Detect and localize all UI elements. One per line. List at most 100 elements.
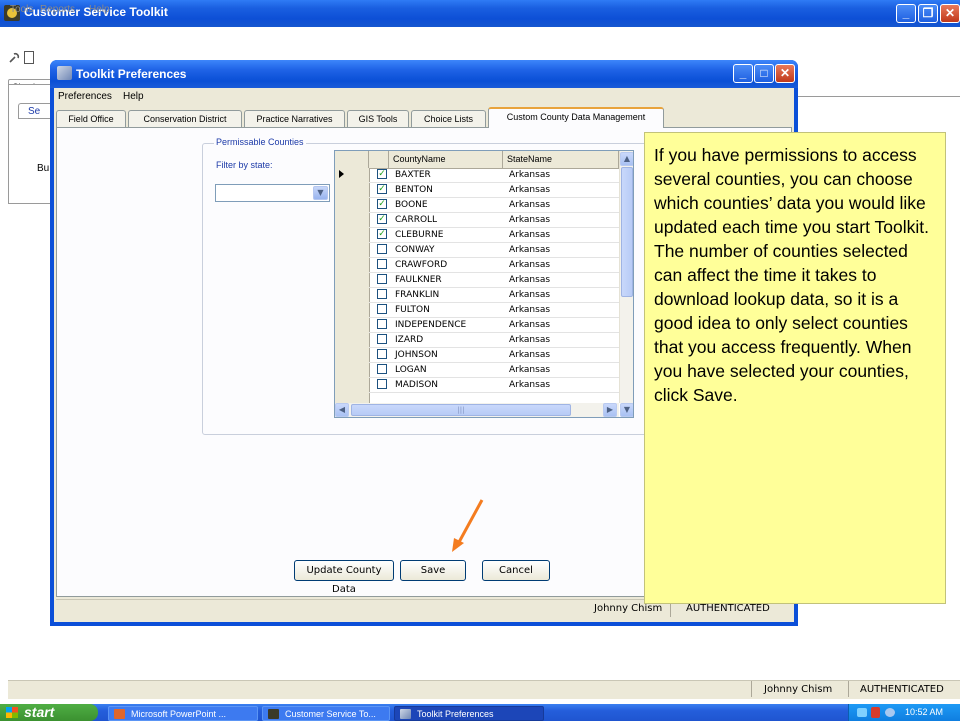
state-name-cell[interactable]: Arkansas bbox=[509, 363, 550, 377]
county-name-cell[interactable]: INDEPENDENCE bbox=[395, 318, 466, 332]
unchecked-checkbox[interactable] bbox=[377, 304, 387, 314]
menu-reports[interactable]: Reports bbox=[40, 4, 75, 15]
taskbar-toolkit-preferences[interactable]: Toolkit Preferences bbox=[394, 706, 544, 721]
state-name-cell[interactable]: Arkansas bbox=[509, 303, 550, 317]
dialog-minimize-button[interactable]: _ bbox=[733, 64, 753, 83]
unchecked-checkbox[interactable] bbox=[377, 334, 387, 344]
table-row[interactable]: LOGAN Arkansas bbox=[369, 363, 619, 378]
county-name-cell[interactable]: FULTON bbox=[395, 303, 430, 317]
table-row[interactable]: FRANKLIN Arkansas bbox=[369, 288, 619, 303]
checked-checkbox[interactable]: ✓ bbox=[377, 184, 387, 194]
table-row[interactable]: INDEPENDENCE Arkansas bbox=[369, 318, 619, 333]
unchecked-checkbox[interactable] bbox=[377, 274, 387, 284]
county-name-cell[interactable]: FAULKNER bbox=[395, 273, 442, 287]
table-row[interactable]: FAULKNER Arkansas bbox=[369, 273, 619, 288]
new-document-icon[interactable] bbox=[24, 51, 34, 64]
state-name-cell[interactable]: Arkansas bbox=[509, 318, 550, 332]
checked-checkbox[interactable]: ✓ bbox=[377, 229, 387, 239]
state-name-cell[interactable]: Arkansas bbox=[509, 243, 550, 257]
menu-help[interactable]: Help bbox=[89, 4, 110, 15]
restore-button[interactable]: ❐ bbox=[918, 4, 938, 23]
county-name-cell[interactable]: LOGAN bbox=[395, 363, 427, 377]
scroll-left-icon[interactable]: ◀ bbox=[335, 403, 349, 417]
state-name-cell[interactable]: Arkansas bbox=[509, 213, 550, 227]
minimize-button[interactable]: _ bbox=[896, 4, 916, 23]
scroll-right-icon[interactable]: ▶ bbox=[603, 403, 617, 417]
network-icon[interactable] bbox=[857, 708, 867, 717]
scroll-up-icon[interactable]: ▲ bbox=[620, 152, 633, 166]
horizontal-scroll-thumb[interactable]: ||| bbox=[351, 404, 571, 416]
county-name-cell[interactable]: MADISON bbox=[395, 378, 438, 392]
county-name-cell[interactable]: IZARD bbox=[395, 333, 423, 347]
county-name-cell[interactable]: JOHNSON bbox=[395, 348, 438, 362]
county-name-cell[interactable]: FRANKLIN bbox=[395, 288, 439, 302]
state-name-cell[interactable]: Arkansas bbox=[509, 348, 550, 362]
state-name-cell[interactable]: Arkansas bbox=[509, 168, 550, 182]
dialog-maximize-button[interactable]: □ bbox=[754, 64, 774, 83]
checked-checkbox[interactable]: ✓ bbox=[377, 199, 387, 209]
table-row[interactable]: ✓ CARROLL Arkansas bbox=[369, 213, 619, 228]
counties-grid[interactable]: CountyName StateName ✓ BAXTER Arkansas ✓ BEN… bbox=[334, 150, 634, 418]
table-row[interactable]: ✓ BENTON Arkansas bbox=[369, 183, 619, 198]
shield-icon[interactable] bbox=[871, 707, 880, 718]
state-name-cell[interactable]: Arkansas bbox=[509, 288, 550, 302]
close-button[interactable]: ✕ bbox=[940, 4, 960, 23]
unchecked-checkbox[interactable] bbox=[377, 244, 387, 254]
cancel-button[interactable]: Cancel bbox=[482, 560, 550, 581]
tab-practice-narratives[interactable]: Practice Narratives bbox=[244, 110, 345, 127]
chevron-down-icon[interactable]: ▼ bbox=[313, 186, 328, 200]
table-row[interactable]: ✓ CLEBURNE Arkansas bbox=[369, 228, 619, 243]
table-row[interactable]: FULTON Arkansas bbox=[369, 303, 619, 318]
table-row[interactable]: ✓ BAXTER Arkansas bbox=[369, 168, 619, 183]
column-header-selected[interactable] bbox=[369, 151, 389, 168]
horizontal-scrollbar[interactable]: ◀ ||| ▶ bbox=[335, 403, 619, 417]
county-name-cell[interactable]: CONWAY bbox=[395, 243, 434, 257]
checked-checkbox[interactable]: ✓ bbox=[377, 169, 387, 179]
state-name-cell[interactable]: Arkansas bbox=[509, 228, 550, 242]
unchecked-checkbox[interactable] bbox=[377, 259, 387, 269]
state-name-cell[interactable]: Arkansas bbox=[509, 378, 550, 392]
state-filter-dropdown[interactable]: ▼ bbox=[215, 184, 330, 202]
start-button[interactable]: start bbox=[0, 704, 98, 721]
state-name-cell[interactable]: Arkansas bbox=[509, 333, 550, 347]
taskbar-customer-service[interactable]: Customer Service To... bbox=[262, 706, 390, 721]
state-name-cell[interactable]: Arkansas bbox=[509, 183, 550, 197]
tab-custom-county-data-management[interactable]: Custom County Data Management bbox=[488, 107, 664, 128]
unchecked-checkbox[interactable] bbox=[377, 289, 387, 299]
checked-checkbox[interactable]: ✓ bbox=[377, 214, 387, 224]
table-row[interactable]: CONWAY Arkansas bbox=[369, 243, 619, 258]
unchecked-checkbox[interactable] bbox=[377, 379, 387, 389]
column-header-countyname[interactable]: CountyName bbox=[389, 151, 503, 168]
volume-icon[interactable] bbox=[885, 708, 895, 717]
table-row[interactable]: ✓ BOONE Arkansas bbox=[369, 198, 619, 213]
scroll-down-icon[interactable]: ▼ bbox=[620, 403, 633, 417]
dialog-close-button[interactable]: ✕ bbox=[775, 64, 795, 83]
unchecked-checkbox[interactable] bbox=[377, 319, 387, 329]
tab-conservation-district[interactable]: Conservation District bbox=[128, 110, 242, 127]
unchecked-checkbox[interactable] bbox=[377, 364, 387, 374]
column-header-statename[interactable]: StateName bbox=[503, 151, 619, 168]
save-button[interactable]: Save bbox=[400, 560, 466, 581]
vertical-scroll-thumb[interactable] bbox=[621, 167, 633, 297]
county-name-cell[interactable]: BAXTER bbox=[395, 168, 431, 182]
taskbar-powerpoint[interactable]: Microsoft PowerPoint ... bbox=[108, 706, 258, 721]
vertical-scrollbar[interactable]: ▲ ▼ bbox=[619, 151, 633, 417]
table-row[interactable]: IZARD Arkansas bbox=[369, 333, 619, 348]
county-name-cell[interactable]: BENTON bbox=[395, 183, 433, 197]
table-row[interactable]: JOHNSON Arkansas bbox=[369, 348, 619, 363]
tab-choice-lists[interactable]: Choice Lists bbox=[411, 110, 486, 127]
wrench-icon[interactable] bbox=[8, 52, 20, 64]
tab-gis-tools[interactable]: GIS Tools bbox=[347, 110, 409, 127]
dialog-menu-preferences[interactable]: Preferences bbox=[58, 91, 112, 102]
state-name-cell[interactable]: Arkansas bbox=[509, 273, 550, 287]
table-row[interactable]: CRAWFORD Arkansas bbox=[369, 258, 619, 273]
left-button-partial[interactable]: Bu bbox=[37, 163, 49, 174]
table-row[interactable]: MADISON Arkansas bbox=[369, 378, 619, 393]
menu-tools[interactable]: Tools bbox=[10, 4, 33, 15]
update-county-data-button[interactable]: Update County Data bbox=[294, 560, 394, 595]
county-name-cell[interactable]: CLEBURNE bbox=[395, 228, 443, 242]
unchecked-checkbox[interactable] bbox=[377, 349, 387, 359]
state-name-cell[interactable]: Arkansas bbox=[509, 258, 550, 272]
dialog-menu-help[interactable]: Help bbox=[123, 91, 144, 102]
county-name-cell[interactable]: CRAWFORD bbox=[395, 258, 447, 272]
